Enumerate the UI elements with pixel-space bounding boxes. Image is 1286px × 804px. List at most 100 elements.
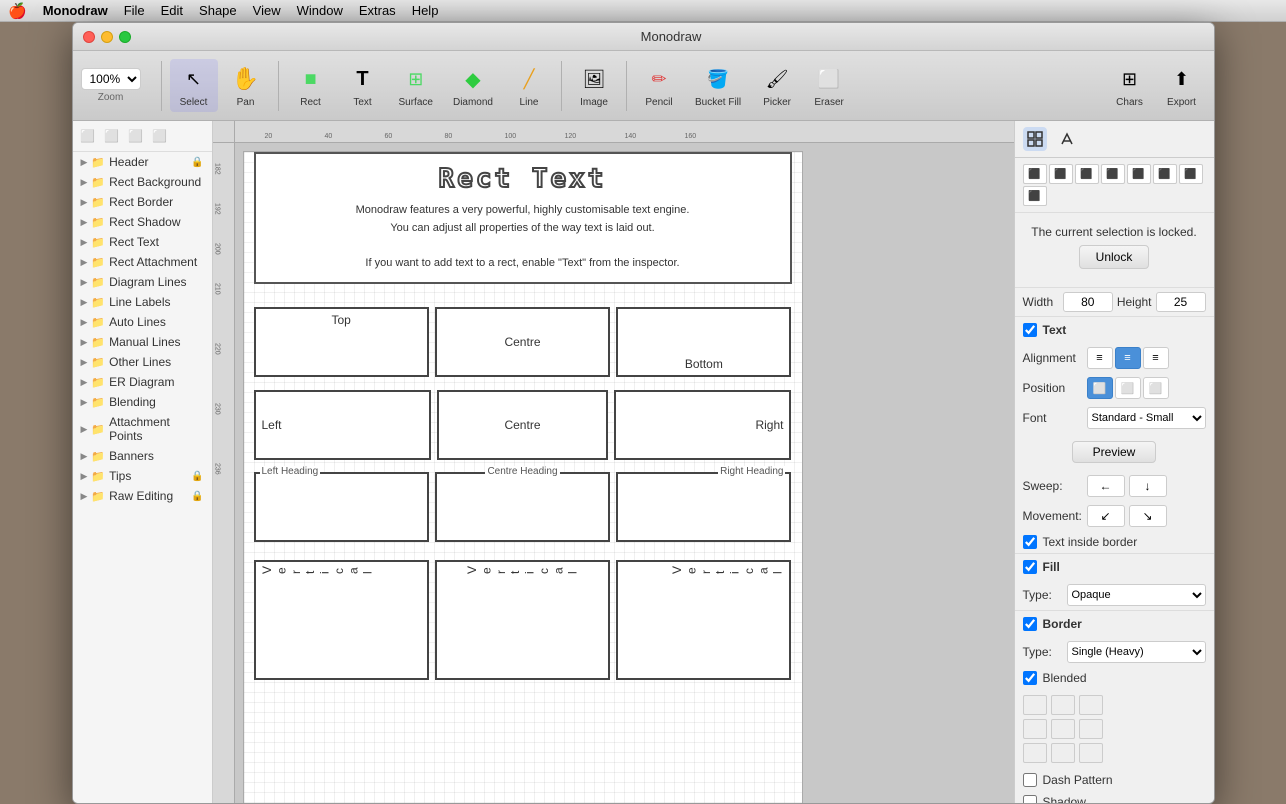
border-type-select[interactable]: Single (Heavy) — [1067, 641, 1206, 663]
sidebar-item-rectattach[interactable]: ▶ 📁 Rect Attachment — [73, 252, 212, 272]
rect-left[interactable]: Left — [254, 390, 431, 460]
distribute-v-btn[interactable]: ⬛ — [1023, 186, 1047, 206]
blended-checkbox[interactable] — [1023, 671, 1037, 685]
tool-diamond[interactable]: ◆ Diamond — [445, 59, 501, 112]
sidebar-item-rectbg[interactable]: ▶ 📁 Rect Background — [73, 172, 212, 192]
align-center-h-btn[interactable]: ⬛ — [1049, 164, 1073, 184]
pos-mid-btn[interactable]: ⬜ — [1115, 377, 1141, 399]
sidebar-btn-4[interactable]: ⬜ — [149, 125, 171, 147]
color-swatch-5[interactable] — [1051, 719, 1075, 739]
distribute-h-btn[interactable]: ⬛ — [1179, 164, 1203, 184]
width-input[interactable] — [1063, 292, 1113, 312]
zoom-select[interactable]: 100% 50% 150% 200% — [81, 68, 141, 90]
sidebar-btn-2[interactable]: ⬜ — [101, 125, 123, 147]
menu-help[interactable]: Help — [412, 3, 439, 18]
tool-rect[interactable]: ■ Rect — [287, 59, 335, 112]
color-swatch-2[interactable] — [1051, 695, 1075, 715]
rect-vertical-1[interactable]: Vertical — [254, 560, 429, 680]
align-left-btn[interactable]: ⬛ — [1023, 164, 1047, 184]
rect-bottom[interactable]: Bottom — [616, 307, 791, 377]
menu-edit[interactable]: Edit — [161, 3, 183, 18]
color-swatch-4[interactable] — [1023, 719, 1047, 739]
border-checkbox[interactable] — [1023, 617, 1037, 631]
text-inside-border-checkbox[interactable] — [1023, 535, 1037, 549]
align-right-text-btn[interactable]: ≡ — [1143, 347, 1169, 369]
canvas-scroll[interactable]: Rect Text Monodraw features a very power… — [235, 143, 1014, 803]
rect-top[interactable]: Top — [254, 307, 429, 377]
menu-window[interactable]: Window — [297, 3, 343, 18]
tool-chars[interactable]: ⊞ Chars — [1106, 59, 1154, 112]
rect-vertical-2[interactable]: Vertical — [435, 560, 610, 680]
sidebar-item-recttext[interactable]: ▶ 📁 Rect Text — [73, 232, 212, 252]
canvas[interactable]: Rect Text Monodraw features a very power… — [243, 151, 803, 803]
sidebar-btn-3[interactable]: ⬜ — [125, 125, 147, 147]
align-bottom-btn[interactable]: ⬛ — [1153, 164, 1177, 184]
menu-file[interactable]: File — [124, 3, 145, 18]
minimize-button[interactable] — [101, 31, 113, 43]
rect-vertical-3[interactable]: Vertical — [616, 560, 791, 680]
sidebar-item-otherlines[interactable]: ▶ 📁 Other Lines — [73, 352, 212, 372]
inspector-tab-style[interactable] — [1055, 127, 1079, 151]
color-swatch-1[interactable] — [1023, 695, 1047, 715]
tool-image[interactable]: 🖼 Image — [570, 59, 618, 112]
color-swatch-3[interactable] — [1079, 695, 1103, 715]
align-right-btn[interactable]: ⬛ — [1075, 164, 1099, 184]
preview-button[interactable]: Preview — [1072, 441, 1157, 463]
sidebar-item-banners[interactable]: ▶ 📁 Banners — [73, 446, 212, 466]
sidebar-item-blending[interactable]: ▶ 📁 Blending — [73, 392, 212, 412]
canvas-container[interactable]: 20 40 60 80 100 120 140 160 182 192 200 … — [213, 121, 1014, 803]
tool-bucket[interactable]: 🪣 Bucket Fill — [687, 59, 749, 112]
menu-shape[interactable]: Shape — [199, 3, 237, 18]
color-swatch-9[interactable] — [1079, 743, 1103, 763]
rect-centre-heading[interactable]: Centre Heading — [435, 472, 610, 542]
menu-view[interactable]: View — [253, 3, 281, 18]
dash-pattern-checkbox[interactable] — [1023, 773, 1037, 787]
tool-export[interactable]: ⬆ Export — [1158, 59, 1206, 112]
sidebar-item-rawediting[interactable]: ▶ 📁 Raw Editing 🔒 — [73, 486, 212, 506]
sidebar-item-manuallines[interactable]: ▶ 📁 Manual Lines — [73, 332, 212, 352]
sidebar-item-autolines[interactable]: ▶ 📁 Auto Lines — [73, 312, 212, 332]
rect-centre-mid[interactable]: Centre — [437, 390, 608, 460]
pos-bottom-btn[interactable]: ⬜ — [1143, 377, 1169, 399]
menu-extras[interactable]: Extras — [359, 3, 396, 18]
sidebar-item-attachpoints[interactable]: ▶ 📁 Attachment Points — [73, 412, 212, 446]
sweep-left-btn[interactable]: ← — [1087, 475, 1125, 497]
align-center-text-btn[interactable]: ≡ — [1115, 347, 1141, 369]
color-swatch-8[interactable] — [1051, 743, 1075, 763]
sidebar-item-erdiagram[interactable]: ▶ 📁 ER Diagram — [73, 372, 212, 392]
unlock-button[interactable]: Unlock — [1079, 245, 1150, 269]
movement-left-btn[interactable]: ↙ — [1087, 505, 1125, 527]
tool-pencil[interactable]: ✏ Pencil — [635, 59, 683, 112]
align-top-btn[interactable]: ⬛ — [1101, 164, 1125, 184]
tool-picker[interactable]: 🖌 Picker — [753, 59, 801, 112]
height-input[interactable] — [1156, 292, 1206, 312]
close-button[interactable] — [83, 31, 95, 43]
rect-right[interactable]: Right — [614, 390, 791, 460]
tool-line[interactable]: ╱ Line — [505, 59, 553, 112]
sidebar-item-rectborder[interactable]: ▶ 📁 Rect Border — [73, 192, 212, 212]
sidebar-item-rectshadow[interactable]: ▶ 📁 Rect Shadow — [73, 212, 212, 232]
tool-select[interactable]: ↖ Select — [170, 59, 218, 112]
inspector-tab-arrange[interactable] — [1023, 127, 1047, 151]
apple-menu[interactable]: 🍎 — [8, 2, 27, 20]
rect-left-heading[interactable]: Left Heading — [254, 472, 429, 542]
sidebar-item-tips[interactable]: ▶ 📁 Tips 🔒 — [73, 466, 212, 486]
tool-eraser[interactable]: ⬜ Eraser — [805, 59, 853, 112]
sidebar-btn-1[interactable]: ⬜ — [77, 125, 99, 147]
align-left-text-btn[interactable]: ≡ — [1087, 347, 1113, 369]
tool-text[interactable]: T Text — [339, 59, 387, 112]
color-swatch-6[interactable] — [1079, 719, 1103, 739]
sidebar-item-diagramlines[interactable]: ▶ 📁 Diagram Lines — [73, 272, 212, 292]
tool-pan[interactable]: ✋ Pan — [222, 59, 270, 112]
font-select[interactable]: Standard - Small — [1087, 407, 1206, 429]
movement-right-btn[interactable]: ↘ — [1129, 505, 1167, 527]
rect-right-heading[interactable]: Right Heading — [616, 472, 791, 542]
pos-top-btn[interactable]: ⬜ — [1087, 377, 1113, 399]
sidebar-item-header[interactable]: ▶ 📁 Header 🔒 — [73, 152, 212, 172]
sweep-down-btn[interactable]: ↓ — [1129, 475, 1167, 497]
fill-checkbox[interactable] — [1023, 560, 1037, 574]
maximize-button[interactable] — [119, 31, 131, 43]
color-swatch-7[interactable] — [1023, 743, 1047, 763]
rect-centre-top[interactable]: Centre — [435, 307, 610, 377]
fill-type-select[interactable]: Opaque — [1067, 584, 1206, 606]
